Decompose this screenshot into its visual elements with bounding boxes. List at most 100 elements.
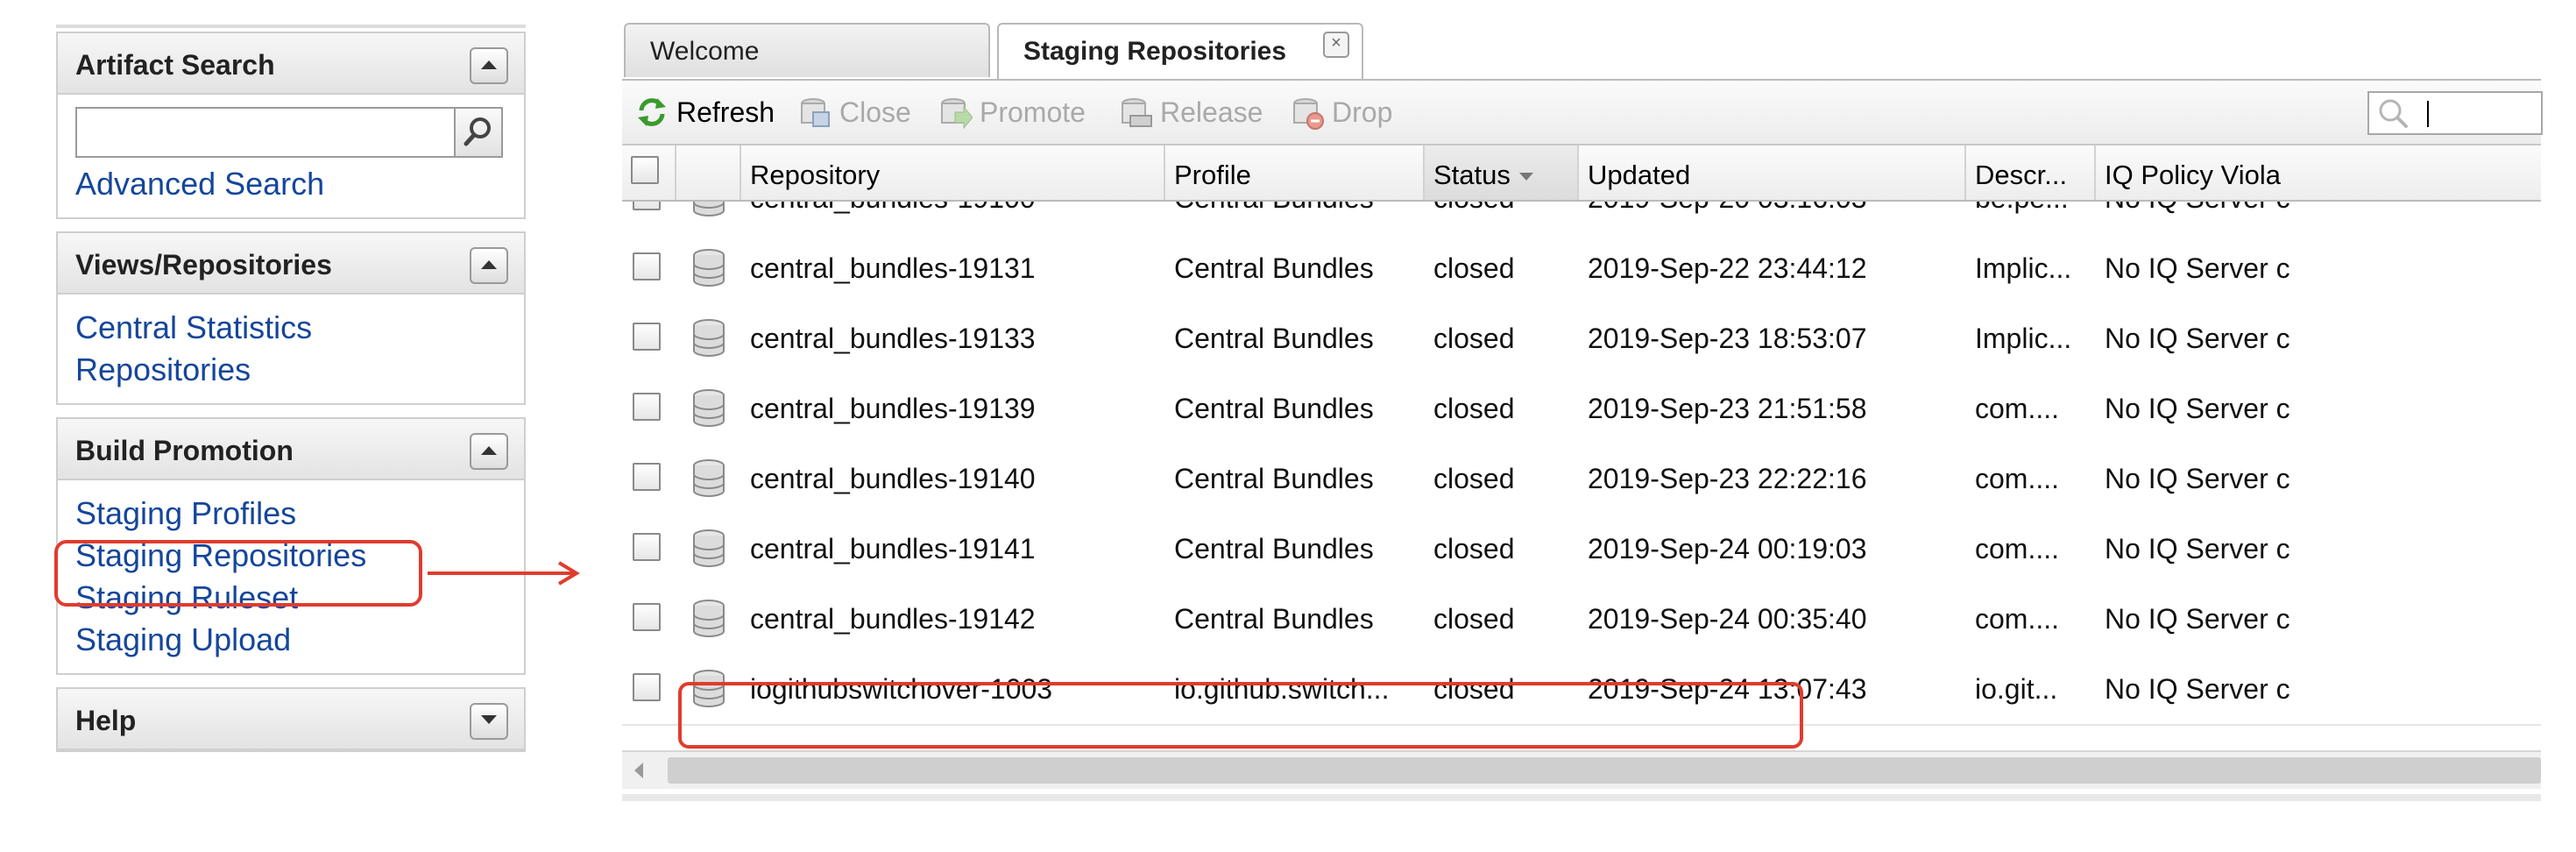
cell-repository: central_bundles-19141 (750, 533, 1036, 564)
row-checkbox[interactable] (633, 202, 661, 210)
tab-label: Staging Repositories (1023, 37, 1287, 66)
sidebar-item-staging-profiles[interactable]: Staging Profiles (75, 493, 506, 535)
advanced-search-link[interactable]: Advanced Search (75, 163, 506, 205)
tab-welcome[interactable]: Welcome (624, 23, 990, 77)
cell-repository: central_bundles-19133 (750, 323, 1036, 354)
cell-repository: central_bundles-19142 (750, 603, 1036, 635)
table-row[interactable]: central_bundles-19142 Central Bundles cl… (622, 584, 2541, 656)
expand-button[interactable] (470, 703, 508, 740)
table-row[interactable]: central_bundles-19141 Central Bundles cl… (622, 514, 2541, 586)
artifact-search-header[interactable]: Artifact Search (58, 33, 524, 95)
cell-profile: Central Bundles (1165, 202, 1425, 233)
cell-status: closed (1433, 393, 1515, 424)
highlight-staging-repositories (54, 540, 422, 607)
column-header-iq-policy[interactable]: IQ Policy Viola (2096, 146, 2541, 200)
panel-title: Help (75, 705, 137, 736)
refresh-button[interactable]: Refresh (634, 95, 783, 130)
column-header-repository[interactable]: Repository (741, 146, 1165, 200)
repository-icon (693, 459, 725, 497)
cell-repository: central_bundles-19139 (750, 393, 1036, 424)
row-checkbox[interactable] (633, 673, 661, 701)
help-panel: Help (56, 687, 526, 752)
cell-iq-policy: No IQ Server c (2105, 393, 2290, 424)
repository-icon (693, 389, 725, 427)
cell-description: com.... (1975, 603, 2060, 635)
repository-icon (693, 202, 725, 217)
cell-iq-policy: No IQ Server c (2105, 463, 2290, 494)
column-header-description[interactable]: Descr... (1966, 146, 2096, 200)
sidebar-item-staging-upload[interactable]: Staging Upload (75, 619, 506, 661)
row-checkbox[interactable] (633, 533, 661, 561)
views-repositories-header[interactable]: Views/Repositories (58, 233, 524, 295)
close-icon[interactable]: × (1323, 32, 1349, 58)
horizontal-scrollbar[interactable] (622, 750, 2541, 789)
cell-updated: 2019-Sep-23 22:22:16 (1588, 463, 1867, 494)
build-promotion-header[interactable]: Build Promotion (58, 419, 524, 480)
panel-bottom-border (622, 794, 2541, 801)
select-all-column (622, 146, 676, 200)
promote-button[interactable]: Promote (938, 95, 1104, 130)
row-checkbox[interactable] (633, 463, 661, 491)
close-button[interactable]: Close (797, 95, 929, 130)
tab-staging-repositories[interactable]: Staging Repositories × (997, 23, 1363, 79)
drop-button[interactable]: Drop (1290, 95, 1412, 130)
column-header-status[interactable]: Status (1425, 146, 1579, 200)
help-header[interactable]: Help (58, 689, 524, 750)
column-label: Descr... (1975, 160, 2068, 190)
table-row[interactable]: central_bundles-19100 Central Bundles cl… (622, 202, 2541, 235)
cell-status: closed (1433, 463, 1515, 494)
scrollbar-thumb[interactable] (668, 757, 2541, 784)
highlight-iogithubswitchover-row (678, 682, 1803, 749)
sidebar-item-repositories[interactable]: Repositories (75, 349, 506, 391)
sidebar-item-central-statistics[interactable]: Central Statistics (75, 307, 506, 349)
cell-status: closed (1425, 202, 1579, 233)
collapse-button[interactable] (470, 247, 508, 284)
chevron-down-icon (481, 715, 497, 724)
row-checkbox[interactable] (633, 323, 661, 351)
cell-updated: 2019-Sep-24 00:19:03 (1588, 533, 1867, 564)
cell-iq-policy: No IQ Server c (2105, 252, 2290, 284)
table-row[interactable]: central_bundles-19139 Central Bundles cl… (622, 373, 2541, 445)
column-label: Repository (750, 160, 881, 190)
collapse-button[interactable] (470, 47, 508, 84)
refresh-icon (638, 98, 666, 126)
toolbar: Refresh Close Promote Release Drop (622, 81, 2543, 146)
release-label: Release (1160, 96, 1263, 128)
grid-header: Repository Profile Status Updated Descr.… (622, 146, 2541, 202)
cell-description: com.... (1975, 533, 2060, 564)
artifact-search-input[interactable] (75, 107, 454, 158)
release-button[interactable]: Release (1118, 95, 1276, 130)
column-label: IQ Policy Viola (2105, 160, 2282, 190)
column-header-updated[interactable]: Updated (1579, 146, 1966, 200)
chevron-up-icon (481, 446, 497, 455)
cell-description: com.... (1975, 463, 2060, 494)
pointer-arrow-icon (428, 561, 580, 586)
row-checkbox[interactable] (633, 393, 661, 421)
left-sidebar: Artifact Search Advanced Search Views/Re… (56, 25, 526, 764)
cell-status: closed (1433, 252, 1515, 284)
scroll-left-icon[interactable] (634, 763, 643, 778)
row-checkbox[interactable] (633, 603, 661, 631)
panel-title: Views/Repositories (75, 249, 332, 280)
repository-icon (693, 600, 725, 637)
column-label: Status (1433, 160, 1511, 190)
collapse-button[interactable] (470, 433, 508, 470)
search-button[interactable] (454, 107, 503, 158)
cell-description: be.pe... (1966, 202, 2096, 233)
table-row[interactable]: central_bundles-19133 Central Bundles cl… (622, 303, 2541, 375)
cell-updated: 2019-Sep-23 18:53:07 (1588, 323, 1867, 354)
grid-body: central_bundles-19100 Central Bundles cl… (622, 202, 2541, 745)
drop-icon (1293, 98, 1324, 130)
toolbar-search-field[interactable] (2367, 91, 2543, 135)
table-row[interactable]: central_bundles-19131 Central Bundles cl… (622, 233, 2541, 305)
panel-title: Artifact Search (75, 49, 275, 81)
staging-repositories-panel: Welcome Staging Repositories × Refresh C… (622, 23, 2543, 820)
cell-profile: Central Bundles (1174, 533, 1374, 564)
table-row[interactable]: central_bundles-19140 Central Bundles cl… (622, 444, 2541, 515)
chevron-up-icon (481, 60, 497, 69)
row-checkbox[interactable] (633, 252, 661, 280)
cell-updated: 2019-Sep-24 00:35:40 (1588, 603, 1867, 635)
icon-column (676, 146, 741, 200)
select-all-checkbox[interactable] (631, 156, 659, 184)
column-header-profile[interactable]: Profile (1165, 146, 1425, 200)
